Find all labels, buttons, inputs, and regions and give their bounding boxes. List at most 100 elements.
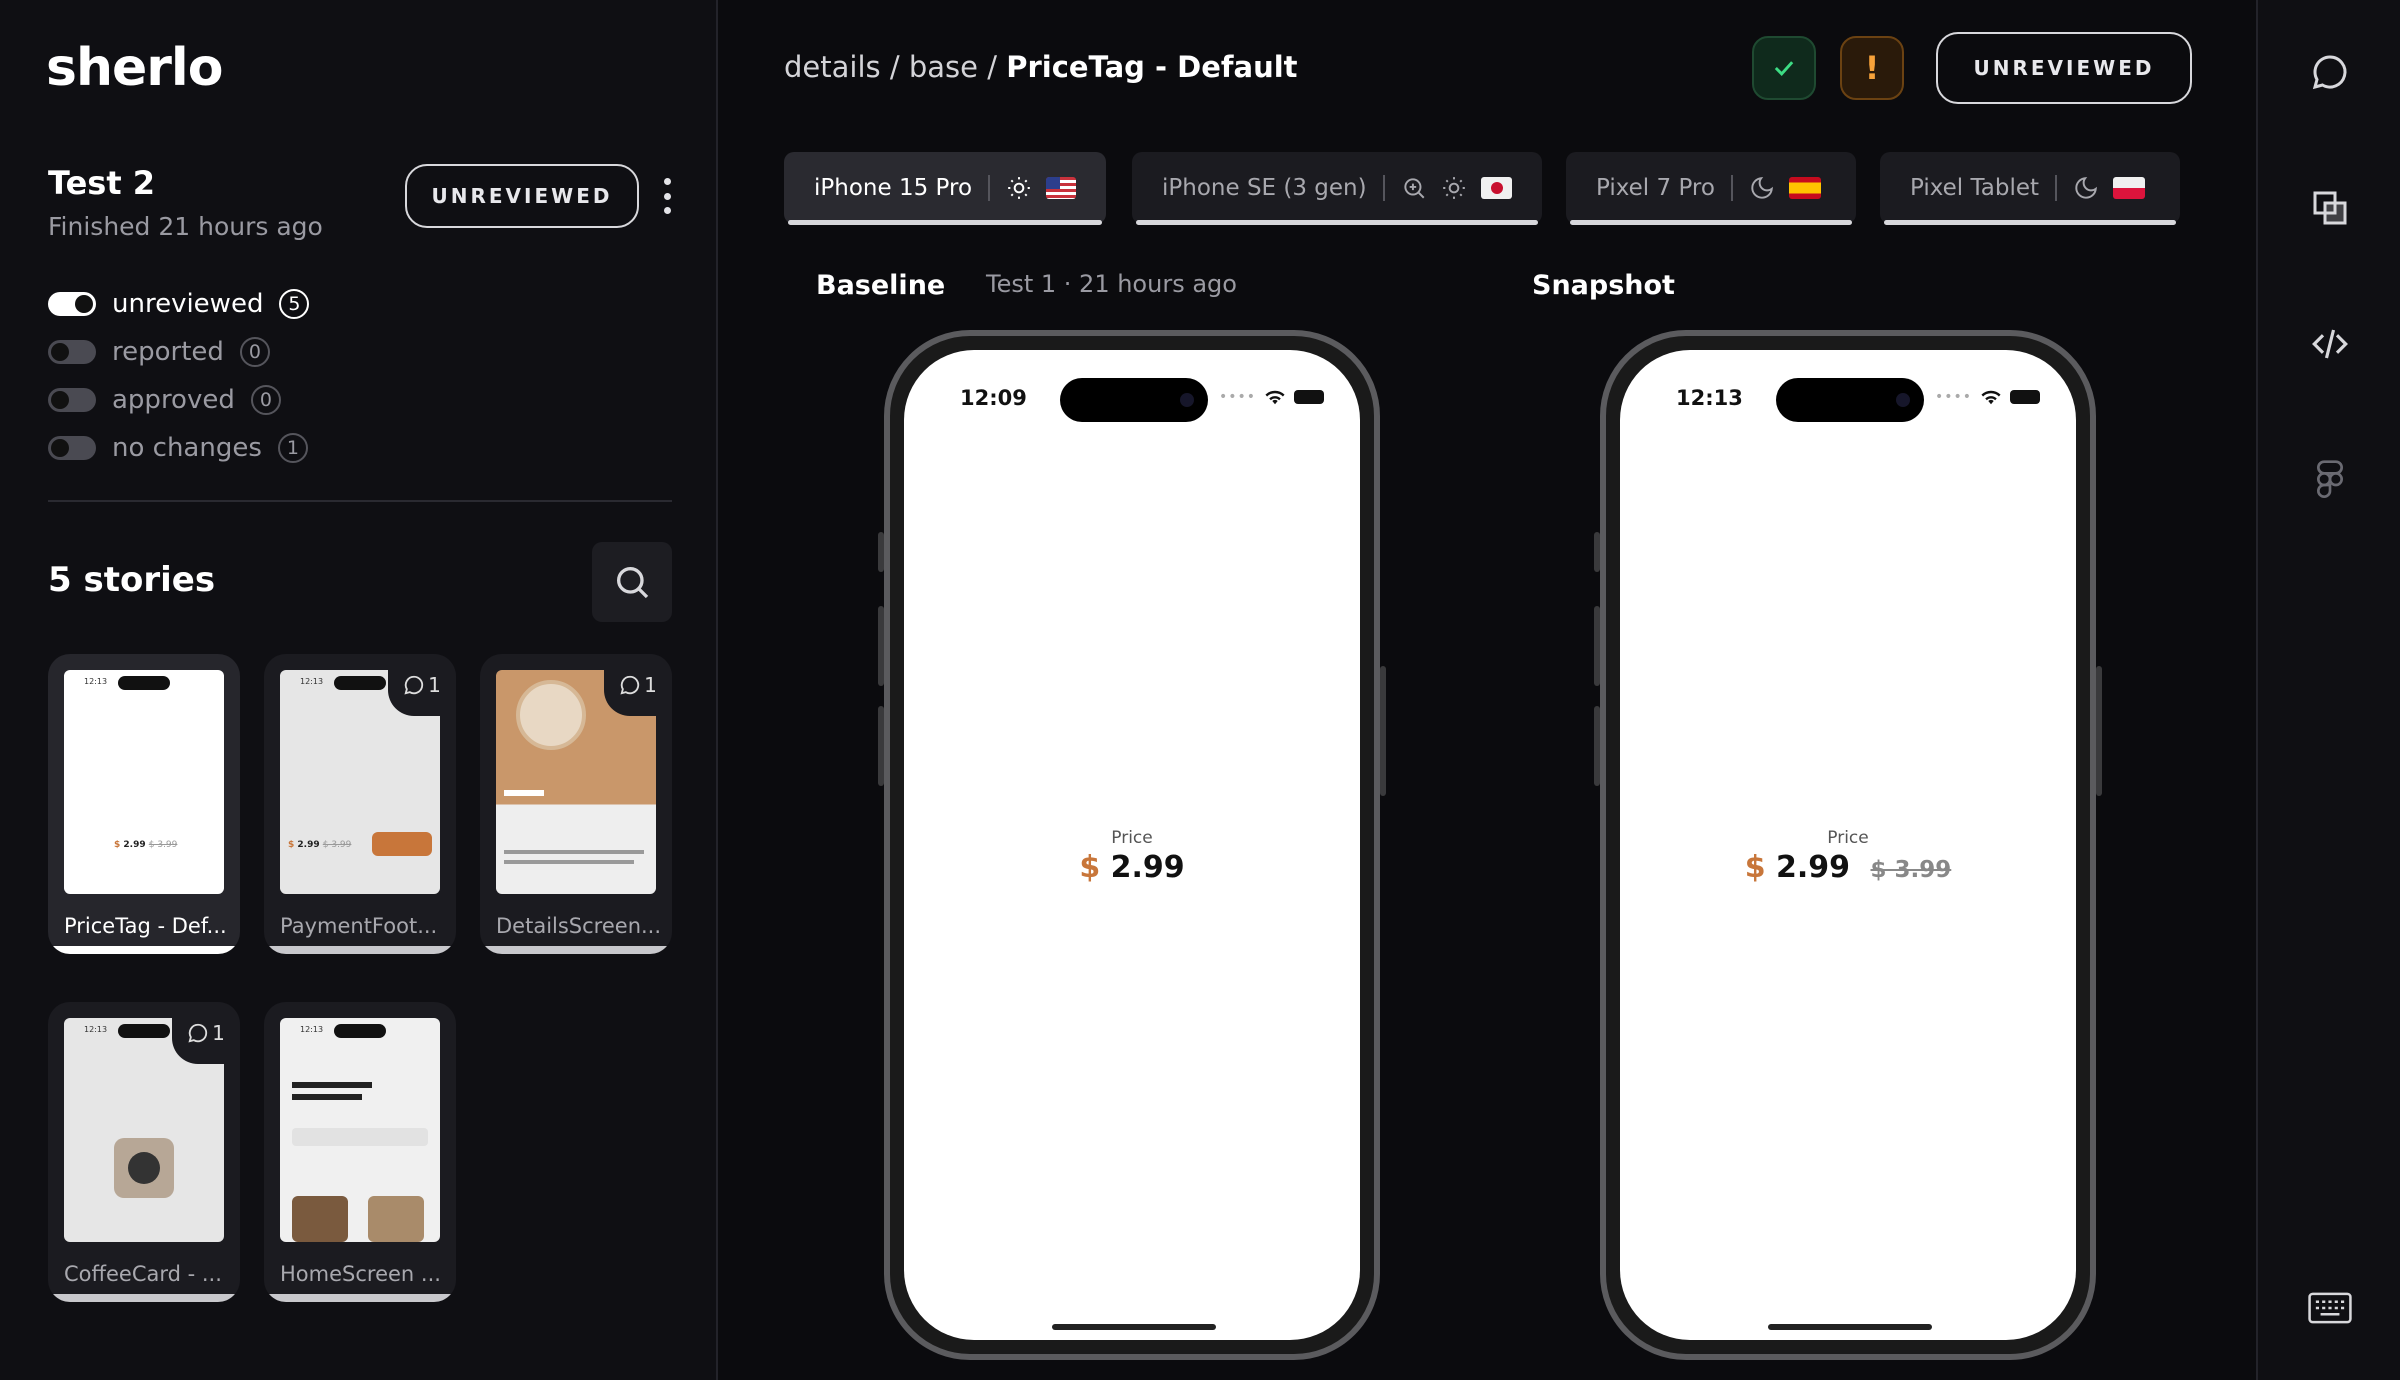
filter-no-changes[interactable]: no changes 1 xyxy=(48,424,309,472)
filter-approved[interactable]: approved 0 xyxy=(48,376,309,424)
filter-label: unreviewed xyxy=(112,289,264,319)
toggle-switch[interactable] xyxy=(48,436,96,460)
price-label: Price xyxy=(1827,828,1869,848)
approve-button[interactable] xyxy=(1752,36,1816,100)
es-flag-icon xyxy=(1788,177,1821,199)
breadcrumb-separator: / xyxy=(880,50,909,84)
story-card[interactable]: 12:13 $ 2.99 $ 3.99 PriceTag - Def... xyxy=(48,654,240,954)
comment-badge: 1 xyxy=(172,1002,240,1064)
test-status-button[interactable]: UNREVIEWED xyxy=(405,164,639,228)
device-name: iPhone 15 Pro xyxy=(814,175,973,201)
story-card[interactable]: 12:13 HomeScreen ... xyxy=(264,1002,456,1302)
report-button[interactable]: ! xyxy=(1840,36,1904,100)
dynamic-island xyxy=(1776,378,1924,422)
story-card[interactable]: 12:13 $ 2.99 $ 3.99 1 PaymentFoot... xyxy=(264,654,456,954)
home-indicator xyxy=(1052,1324,1216,1330)
filter-label: no changes xyxy=(112,433,262,463)
device-name: Pixel 7 Pro xyxy=(1596,175,1715,201)
filter-label: reported xyxy=(112,337,224,367)
wifi-icon xyxy=(1981,390,2001,405)
wifi-icon xyxy=(1265,390,1285,405)
breadcrumb: details / base / PriceTag - Default xyxy=(784,50,1298,84)
story-card[interactable]: 12:13 1 CoffeeCard - ... xyxy=(48,1002,240,1302)
story-label: PriceTag - Def... xyxy=(64,914,227,938)
comments-icon[interactable] xyxy=(2306,48,2354,96)
figma-icon[interactable] xyxy=(2306,456,2354,504)
price-amount: 2.99 xyxy=(1110,850,1185,885)
filter-count: 1 xyxy=(277,433,308,463)
story-label: PaymentFoot... xyxy=(280,914,438,938)
filter-unreviewed[interactable]: unreviewed 5 xyxy=(48,280,310,328)
snapshot-screen: 12:13 •••• Price $ 2.99 $ 3.99 xyxy=(1620,350,2076,1340)
story-thumbnail: 12:13 xyxy=(280,1018,440,1242)
filter-count: 0 xyxy=(250,385,281,415)
breadcrumb-separator: / xyxy=(977,50,1007,84)
comment-icon xyxy=(404,675,424,695)
price-value: $ 2.99 $ 3.99 xyxy=(1620,850,2076,885)
device-name: Pixel Tablet xyxy=(1910,175,2040,201)
divider xyxy=(48,500,672,502)
overlay-compare-icon[interactable] xyxy=(2306,184,2354,232)
app-logo: sherlo xyxy=(46,38,223,98)
jp-flag-icon xyxy=(1480,177,1512,199)
story-card[interactable]: 1 DetailsScreen... xyxy=(480,654,672,954)
snapshot-phone: 12:13 •••• Price $ 2.99 $ 3.99 xyxy=(1594,330,2102,1360)
baseline-screen: 12:09 •••• Price $ 2.99 xyxy=(904,350,1360,1340)
tab-pixel-7-pro[interactable]: Pixel 7 Pro xyxy=(1566,152,1856,225)
comment-count: 1 xyxy=(212,1021,225,1045)
keyboard-icon[interactable] xyxy=(2306,1284,2354,1332)
tab-iphone-15-pro[interactable]: iPhone 15 Pro xyxy=(784,152,1106,225)
filter-count: 5 xyxy=(279,289,310,319)
test-subtitle: Finished 21 hours ago xyxy=(48,212,323,241)
filter-label: approved xyxy=(112,385,235,415)
check-icon xyxy=(1774,61,1794,76)
tab-iphone-se[interactable]: iPhone SE (3 gen) xyxy=(1132,152,1542,225)
sun-icon xyxy=(1441,175,1467,201)
toggle-switch[interactable] xyxy=(48,388,96,412)
story-label: CoffeeCard - ... xyxy=(64,1262,222,1286)
battery-icon xyxy=(1294,390,1324,404)
breadcrumb-current: PriceTag - Default xyxy=(1006,50,1298,84)
device-name: iPhone SE (3 gen) xyxy=(1162,175,1367,201)
comment-badge: 1 xyxy=(388,654,456,716)
right-rail xyxy=(2256,0,2400,1380)
snapshot-title: Snapshot xyxy=(1532,270,1675,301)
dynamic-island xyxy=(1060,378,1208,422)
main-panel: details / base / PriceTag - Default ! UN… xyxy=(720,0,2256,1380)
status-time: 12:13 xyxy=(1676,386,1743,410)
sun-icon xyxy=(1006,175,1032,201)
filter-list: unreviewed 5 reported 0 approved 0 no ch… xyxy=(48,280,310,472)
us-flag-icon xyxy=(1045,177,1076,199)
baseline-meta: Test 1 · 21 hours ago xyxy=(986,270,1237,298)
old-price: $ 3.99 xyxy=(1870,857,1952,883)
review-status-button[interactable]: UNREVIEWED xyxy=(1936,32,2192,104)
comment-count: 1 xyxy=(644,673,657,697)
code-icon[interactable] xyxy=(2306,320,2354,368)
price-label: Price xyxy=(1111,828,1153,848)
pl-flag-icon xyxy=(2113,177,2146,199)
story-thumbnail: 12:13 $ 2.99 $ 3.99 xyxy=(64,670,224,894)
home-indicator xyxy=(1768,1324,1932,1330)
breadcrumb-item[interactable]: base xyxy=(909,50,978,84)
story-label: DetailsScreen... xyxy=(496,914,662,938)
status-time: 12:09 xyxy=(960,386,1027,410)
search-button[interactable] xyxy=(592,542,672,622)
search-icon xyxy=(617,567,649,599)
status-icons: •••• xyxy=(1219,388,1324,406)
price-amount: 2.99 xyxy=(1776,850,1851,885)
more-options-icon[interactable] xyxy=(656,178,678,214)
moon-icon xyxy=(1749,175,1775,201)
tab-pixel-tablet[interactable]: Pixel Tablet xyxy=(1880,152,2180,225)
toggle-switch[interactable] xyxy=(48,292,96,316)
stories-title: 5 stories xyxy=(48,560,216,600)
comment-icon xyxy=(188,1023,208,1043)
breadcrumb-item[interactable]: details xyxy=(784,50,881,84)
price-currency: $ xyxy=(1079,850,1101,885)
toggle-switch[interactable] xyxy=(48,340,96,364)
filter-reported[interactable]: reported 0 xyxy=(48,328,309,376)
zoom-icon xyxy=(1401,175,1427,201)
baseline-title: Baseline xyxy=(816,270,946,301)
comment-icon xyxy=(620,675,640,695)
price-value: $ 2.99 xyxy=(904,850,1360,885)
battery-icon xyxy=(2010,390,2040,404)
